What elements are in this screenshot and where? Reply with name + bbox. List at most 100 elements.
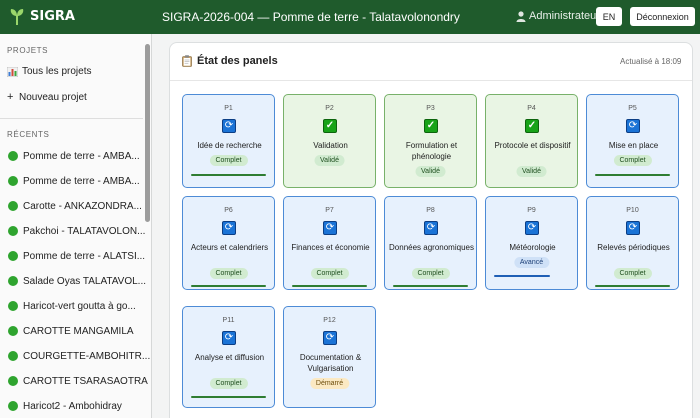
panel-name: Validation [313,141,348,150]
panel-id: P3 [426,105,435,112]
status-dot-icon [8,401,18,411]
card-title-text: État des panels [197,55,278,67]
status-badge: Complet [310,268,349,279]
status-dot-icon [8,326,18,336]
panel-tile-p10[interactable]: P10 ⟳ Relevés périodiques Complet [586,196,679,290]
progress-fill [595,285,670,287]
top-bar: SIGRA SIGRA-2026-004 — Pomme de terre - … [0,0,700,34]
app-name: SIGRA [30,9,75,24]
panel-name: Météorologie [509,243,556,252]
user-icon [516,10,526,22]
panel-tile-p4[interactable]: P4 ✓ Protocole et dispositif Validé [485,94,578,188]
progress-bar [191,174,266,176]
panel-id: P9 [527,207,536,214]
check-icon: ✓ [525,119,539,133]
panel-tile-p2[interactable]: P2 ✓ Validation Validé [283,94,376,188]
panel-tile-p3[interactable]: P3 ✓ Formulation et phénologie Validé [384,94,477,188]
progress-fill [191,396,266,398]
progress-bar [292,285,367,287]
panel-tile-p11[interactable]: P11 ⟳ Analyse et diffusion Complet [182,306,275,408]
plus-icon: + [7,91,14,103]
recent-project-item[interactable]: Haricot-vert goutta à go... [8,299,136,313]
panel-id: P12 [323,317,336,324]
language-button[interactable]: EN [596,7,622,26]
panel-id: P6 [224,207,233,214]
recent-project-item[interactable]: Pomme de terre - ALATSI... [8,249,145,263]
progress-bar [191,285,266,287]
panel-name: Relevés périodiques [597,243,670,252]
status-dot-icon [8,251,18,261]
user-menu[interactable]: Administrateur [516,10,600,22]
last-updated: Actualisé à 18:09 [620,57,682,66]
project-title: SIGRA-2026-004 — Pomme de terre - Talata… [162,10,460,24]
status-badge: Validé [516,166,547,177]
refresh-icon: ⟳ [424,221,438,235]
projects-heading: PROJETS [7,46,49,55]
panel-tile-p7[interactable]: P7 ⟳ Finances et économie Complet [283,196,376,290]
recent-project-item[interactable]: COURGETTE-AMBOHITR... [8,349,150,363]
status-badge: Complet [209,378,248,389]
status-badge: Complet [209,268,248,279]
refresh-icon: ⟳ [222,221,236,235]
panel-tile-p12[interactable]: P12 ⟳ Documentation & Vulgarisation Déma… [283,306,376,408]
status-badge: Complet [411,268,450,279]
check-icon: ✓ [424,119,438,133]
status-dot-icon [8,201,18,211]
panel-name: Finances et économie [291,243,370,252]
logout-button[interactable]: Déconnexion [630,7,695,26]
panel-name: Protocole et dispositif [494,141,571,150]
panel-tile-p9[interactable]: P9 ⟳ Météorologie Avancé [485,196,578,290]
panel-name: Analyse et diffusion [194,353,265,362]
recent-project-item[interactable]: Carotte - ANKAZONDRA... [8,199,142,213]
panel-name: Idée de recherche [197,141,262,150]
refresh-icon: ⟳ [323,221,337,235]
sidebar-item-new-project[interactable]: + Nouveau projet [7,91,87,103]
sidebar-item-all-projects[interactable]: Tous les projets [7,66,91,77]
panel-tile-p6[interactable]: P6 ⟳ Acteurs et calendriers Complet [182,196,275,290]
clipboard-icon [182,55,192,67]
status-badge: Validé [314,155,345,166]
progress-fill [292,285,367,287]
progress-bar [595,174,670,176]
bar-chart-icon [7,66,18,77]
status-badge: Avancé [513,257,550,268]
sidebar-item-label: Tous les projets [22,66,92,77]
refresh-icon: ⟳ [626,119,640,133]
card-divider [170,80,692,81]
panel-id: P4 [527,105,536,112]
progress-bar [393,285,468,287]
recent-project-item[interactable]: Pomme de terre - AMBA... [8,149,140,163]
panel-id: P8 [426,207,435,214]
recent-project-item[interactable]: Haricot2 - Ambohidray [8,399,122,413]
panel-id: P10 [626,207,639,214]
recent-heading: RÉCENTS [7,130,50,139]
progress-bar [494,275,569,277]
recent-project-item[interactable]: CAROTTE MANGAMILA [8,324,134,338]
app-logo[interactable]: SIGRA [10,8,75,25]
sidebar-scrollbar[interactable] [145,44,150,222]
recent-project-item[interactable]: CAROTTE TSARASAOTRA [8,374,148,388]
refresh-icon: ⟳ [525,221,539,235]
progress-fill [191,285,266,287]
panel-tile-p5[interactable]: P5 ⟳ Mise en place Complet [586,94,679,188]
user-name: Administrateur [529,10,600,22]
status-dot-icon [8,276,18,286]
recent-project-item[interactable]: Pomme de terre - AMBA... [8,174,140,188]
recent-project-item[interactable]: Salade Oyas TALATAVOL... [8,274,146,288]
panel-tile-p8[interactable]: P8 ⟳ Données agronomiques Complet [384,196,477,290]
progress-fill [494,275,551,277]
panel-id: P11 [222,317,235,324]
panel-tile-p1[interactable]: P1 ⟳ Idée de recherche Complet [182,94,275,188]
progress-fill [191,174,266,176]
status-dot-icon [8,376,18,386]
recent-project-item[interactable]: Pakchoi - TALATAVOLON... [8,224,145,238]
progress-bar [595,285,670,287]
panel-name: Formulation et phénologie [405,141,458,161]
status-dot-icon [8,151,18,161]
status-dot-icon [8,351,18,361]
card-title: État des panels [182,55,278,67]
progress-fill [595,174,670,176]
status-dot-icon [8,301,18,311]
panel-name: Acteurs et calendriers [190,243,269,252]
status-dot-icon [8,176,18,186]
